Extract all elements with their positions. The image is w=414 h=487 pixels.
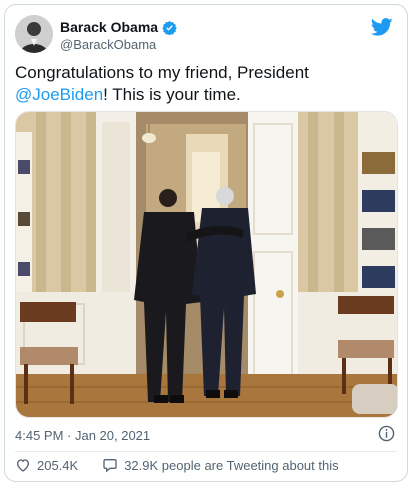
avatar-image [15,15,53,53]
photo-illustration [16,112,397,417]
like-count: 205.4K [37,457,79,473]
avatar[interactable] [15,15,53,53]
tweeting-about-label: 32.9K people are Tweeting about this [124,457,339,473]
tweet-text-after: ! This is your time. [103,85,241,104]
action-bar: 205.4K 32.9K people are Tweeting about t… [15,457,339,473]
tweet-card: Barack Obama @BarackObama Congratulation… [4,4,408,482]
tweet-timestamp[interactable]: 4:45 PM · Jan 20, 2021 [15,428,150,443]
info-icon[interactable] [378,425,395,442]
tweet-photo[interactable] [15,111,398,418]
comment-icon [103,459,117,473]
tweeting-about-button[interactable]: 32.9K people are Tweeting about this [102,457,339,473]
author-name-text[interactable]: Barack Obama [60,19,158,35]
divider [15,451,397,452]
tweet-text: Congratulations to my friend, President … [15,62,399,106]
twitter-bird-icon[interactable] [371,16,393,38]
author-display-name[interactable]: Barack Obama [60,19,177,35]
heart-icon [16,459,30,472]
mention-link[interactable]: @JoeBiden [15,85,103,104]
like-button[interactable]: 205.4K [15,457,78,473]
tweet-text-before: Congratulations to my friend, President [15,63,309,82]
verified-badge-icon [162,20,177,35]
author-handle[interactable]: @BarackObama [60,37,156,52]
